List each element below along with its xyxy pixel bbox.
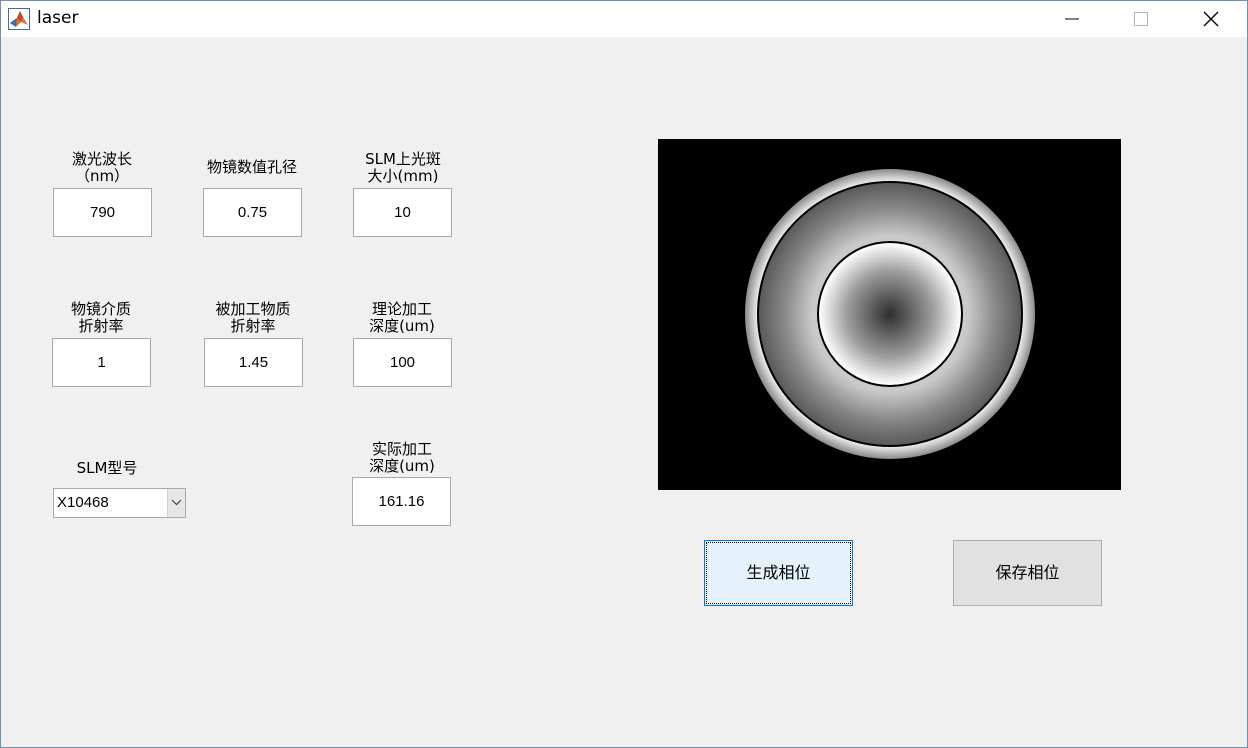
material-index-label-line2: 折射率 <box>230 317 276 335</box>
title-bar[interactable]: laser <box>1 1 1247 37</box>
na-input[interactable]: 0.75 <box>203 188 302 237</box>
wavelength-label-line2: （nm） <box>74 167 130 185</box>
theory-depth-input[interactable]: 100 <box>353 338 452 387</box>
medium-index-label: 物镜介质 折射率 <box>31 301 171 335</box>
phase-pattern-image <box>745 169 1035 459</box>
app-window: laser 激光波长 （nm） 790 物镜数值孔径 0.75 SLM上光斑 大… <box>0 0 1248 748</box>
generate-phase-button[interactable]: 生成相位 <box>704 540 853 606</box>
actual-depth-label: 实际加工 深度(um) <box>332 441 472 475</box>
actual-depth-label-line1: 实际加工 <box>371 440 432 458</box>
spot-size-label: SLM上光斑 大小(mm) <box>333 151 473 185</box>
actual-depth-label-line2: 深度(um) <box>369 457 435 475</box>
slm-model-label: SLM型号 <box>37 460 177 477</box>
actual-depth-output: 161.16 <box>352 477 451 526</box>
theory-depth-label: 理论加工 深度(um) <box>332 301 472 335</box>
medium-index-label-line1: 物镜介质 <box>70 300 131 318</box>
wavelength-label-line1: 激光波长 <box>71 150 132 168</box>
medium-index-input[interactable]: 1 <box>52 338 151 387</box>
slm-model-value: X10468 <box>57 494 109 511</box>
spot-size-label-line1: SLM上光斑 <box>365 150 441 168</box>
maximize-button[interactable] <box>1117 1 1163 37</box>
theory-depth-label-line1: 理论加工 <box>371 300 432 318</box>
inner-disc <box>819 243 961 385</box>
wavelength-input[interactable]: 790 <box>53 188 152 237</box>
phase-image-axes <box>658 139 1121 490</box>
minimize-button[interactable] <box>1049 1 1095 37</box>
slm-model-label-text: SLM型号 <box>76 459 138 477</box>
close-button[interactable] <box>1188 1 1234 37</box>
material-index-input[interactable]: 1.45 <box>204 338 303 387</box>
save-phase-button[interactable]: 保存相位 <box>953 540 1102 606</box>
theory-depth-label-line2: 深度(um) <box>369 317 435 335</box>
material-index-label: 被加工物质 折射率 <box>183 301 323 335</box>
matlab-icon <box>8 8 30 30</box>
medium-index-label-line2: 折射率 <box>78 317 124 335</box>
spot-size-label-line2: 大小(mm) <box>367 167 439 185</box>
na-label-line1: 物镜数值孔径 <box>206 158 297 176</box>
spot-size-input[interactable]: 10 <box>353 188 452 237</box>
window-title: laser <box>37 8 79 28</box>
material-index-label-line1: 被加工物质 <box>215 300 291 318</box>
slm-model-select[interactable]: X10468 <box>53 488 186 518</box>
wavelength-label: 激光波长 （nm） <box>32 151 172 185</box>
chevron-down-icon[interactable] <box>167 489 185 517</box>
na-label: 物镜数值孔径 <box>182 159 322 176</box>
